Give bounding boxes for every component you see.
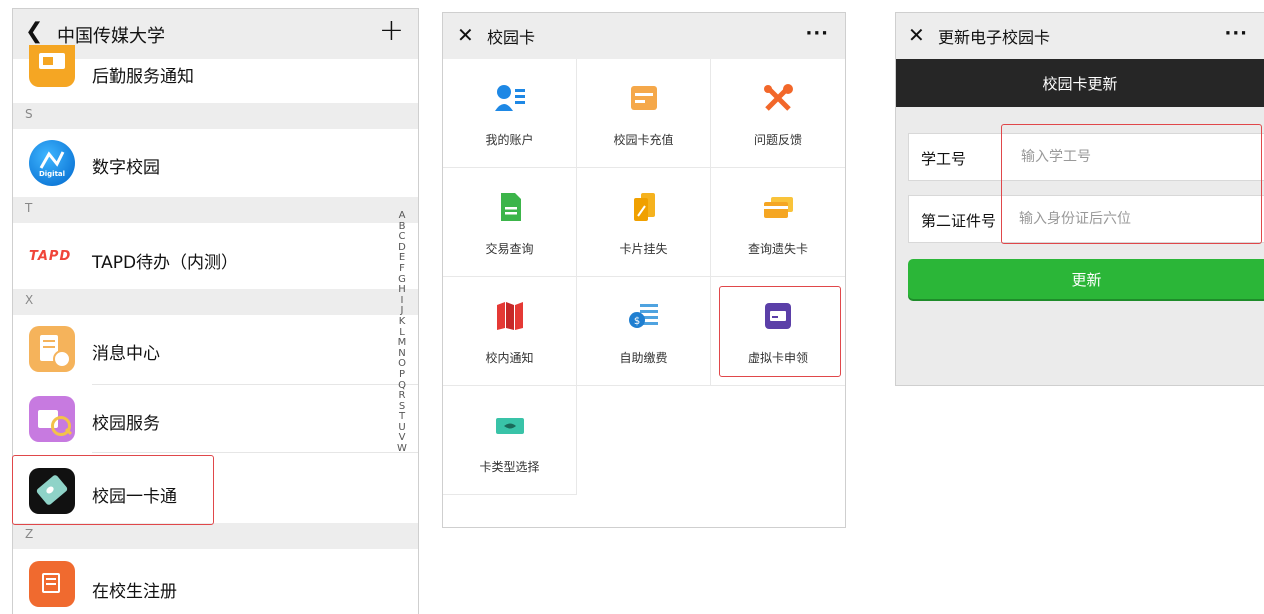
list-item-label: 消息中心 (92, 344, 160, 364)
tapd-logo: TAPD (29, 249, 72, 264)
header-bar: ✕ 校园卡 ··· (443, 13, 845, 59)
campus-card-panel: ✕ 校园卡 ··· 我的账户 校园卡充值 问题反馈 交易查询 卡片挂失 查询遗失… (442, 12, 846, 528)
grid-item-label: 交易查询 (485, 242, 534, 256)
grid-item-label: 校园卡充值 (613, 133, 674, 147)
update-button[interactable]: 更新 (908, 259, 1264, 299)
list-item-label: 数字校园 (92, 158, 160, 178)
notice-icon (29, 45, 75, 87)
subtitle-bar: 校园卡更新 (896, 59, 1264, 107)
digital-campus-icon: Digital (29, 140, 75, 186)
card-recharge-icon (630, 86, 657, 110)
message-center-icon (29, 326, 75, 372)
map-icon (496, 302, 523, 330)
list-item[interactable]: 校园服务 (13, 385, 418, 453)
payment-icon: $ (628, 304, 658, 328)
grid-item-label: 问题反馈 (753, 133, 802, 147)
campus-service-icon (29, 396, 75, 442)
list-item[interactable]: 后勤服务通知 (13, 45, 418, 103)
grid-item-label: 卡片挂失 (619, 242, 668, 256)
grid-item-recharge[interactable]: 校园卡充值 (577, 59, 711, 168)
header-bar: ✕ 更新电子校园卡 ··· (896, 13, 1264, 59)
section-header: T (13, 197, 418, 223)
alphabet-index[interactable]: ABC DEF GHI JKL MNO PQR STU VW (396, 210, 408, 455)
section-header: Z (13, 523, 418, 549)
card-type-icon (495, 418, 524, 434)
list-item[interactable]: 消息中心 (13, 315, 418, 385)
grid-item-label: 自助缴费 (619, 351, 668, 365)
card-loss-icon (633, 193, 655, 221)
grid-item-lost-card[interactable]: 查询遗失卡 (711, 168, 845, 277)
more-icon[interactable]: ··· (805, 23, 829, 44)
grid-item-notices[interactable]: 校内通知 (443, 277, 577, 386)
list-item-label: 校园服务 (92, 414, 160, 434)
section-header: X (13, 289, 418, 315)
tools-icon (764, 84, 793, 111)
grid-item-transactions[interactable]: 交易查询 (443, 168, 577, 277)
list-item[interactable]: 在校生注册 (13, 549, 418, 614)
close-icon[interactable]: ✕ (457, 23, 474, 47)
back-icon[interactable]: ❮ (25, 19, 43, 44)
svg-text:$: $ (633, 316, 639, 327)
document-icon (500, 193, 521, 221)
page-title: 校园卡 (487, 28, 536, 47)
grid-item-label: 我的账户 (485, 133, 534, 147)
grid-item-label: 校内通知 (485, 351, 534, 365)
grid-item-account[interactable]: 我的账户 (443, 59, 577, 168)
highlight-box (719, 286, 841, 377)
list-item[interactable]: Digital 数字校园 (13, 129, 418, 197)
list-item-label: TAPD待办（内测） (92, 253, 239, 273)
highlight-box (1001, 124, 1262, 244)
grid-item-label: 查询遗失卡 (747, 242, 808, 256)
section-header: S (13, 103, 418, 129)
grid-item-card-type[interactable]: 卡类型选择 (443, 386, 577, 495)
more-icon[interactable]: ··· (1224, 23, 1248, 44)
registration-icon (29, 561, 75, 607)
list-item-label: 在校生注册 (92, 582, 177, 602)
grid-item-feedback[interactable]: 问题反馈 (711, 59, 845, 168)
account-icon (494, 85, 525, 111)
list-item[interactable]: TAPD TAPD待办（内测） (13, 223, 418, 295)
list-item-label: 后勤服务通知 (92, 67, 194, 87)
close-icon[interactable]: ✕ (908, 23, 925, 47)
lost-card-icon (764, 197, 793, 218)
add-icon[interactable]: + (379, 13, 404, 48)
grid-item-label: 卡类型选择 (479, 460, 540, 474)
page-title: 更新电子校园卡 (938, 28, 1051, 47)
grid-item-payment[interactable]: $ 自助缴费 (577, 277, 711, 386)
field-label: 第二证件号 (921, 212, 997, 230)
grid-item-report-loss[interactable]: 卡片挂失 (577, 168, 711, 277)
field-label: 学工号 (921, 150, 967, 168)
highlight-box (12, 455, 214, 525)
